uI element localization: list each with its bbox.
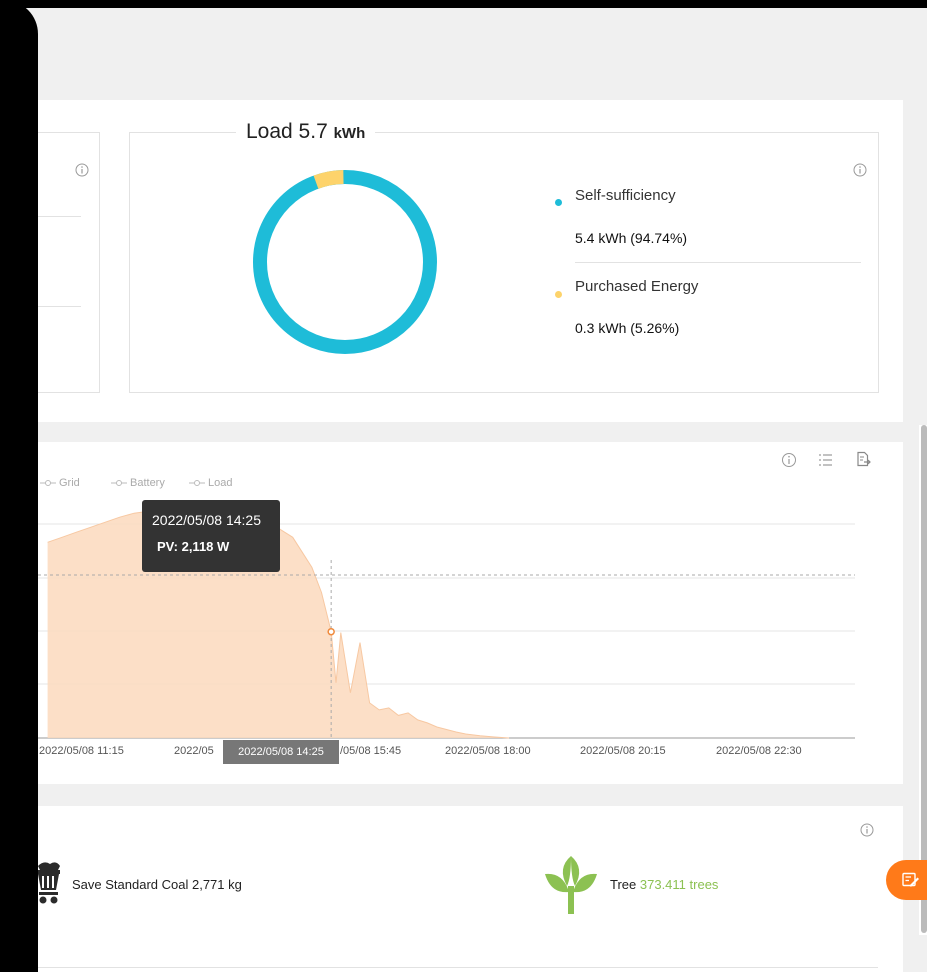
tooltip-series-label: PV: xyxy=(157,539,178,554)
tree-text: Tree 373.411 trees xyxy=(610,877,718,892)
coal-label: Save Standard Coal xyxy=(72,877,189,892)
tooltip-value: 2,118 W xyxy=(181,539,230,554)
coal-saving-text: Save Standard Coal 2,771 kg xyxy=(72,877,242,892)
coal-unit: kg xyxy=(228,877,242,892)
x-tick-label: /05/08 15:45 xyxy=(340,745,402,757)
left-navigation-panel xyxy=(0,0,38,972)
x-tick-label: 2022/05/08 22:30 xyxy=(716,745,802,757)
tooltip-value-row: PV: 2,118 W xyxy=(157,539,229,554)
info-icon[interactable] xyxy=(860,823,874,837)
hovered-data-point xyxy=(327,627,335,636)
chart-tooltip: 2022/05/08 14:25 PV: 2,118 W xyxy=(142,500,280,572)
tree-value: 373.411 xyxy=(639,877,686,892)
scrollbar-thumb[interactable] xyxy=(921,425,927,933)
tree-label: Tree xyxy=(610,877,637,892)
dashboard-screen: Load 5.7 kWh Self-sufficiency 5.4 kWh (9… xyxy=(0,0,927,972)
benefits-divider xyxy=(38,967,878,968)
top-bezel xyxy=(0,0,927,8)
tooltip-time: 2022/05/08 14:25 xyxy=(152,512,261,528)
feedback-button[interactable] xyxy=(886,860,927,900)
feedback-icon xyxy=(902,872,919,887)
coal-value: 2,771 xyxy=(191,877,225,892)
tree-icon xyxy=(545,856,597,914)
x-tick-label: 2022/05 xyxy=(174,745,214,757)
x-tick-label: 2022/05/08 20:15 xyxy=(580,745,666,757)
x-axis-pointer-label: 2022/05/08 14:25 xyxy=(223,740,339,764)
pv-power-chart[interactable] xyxy=(0,0,927,972)
x-tick-label: 2022/05/08 11:15 xyxy=(39,745,124,757)
tree-unit: trees xyxy=(689,877,719,892)
coal-cart-icon xyxy=(37,862,60,904)
x-tick-label: 2022/05/08 18:00 xyxy=(445,745,531,757)
